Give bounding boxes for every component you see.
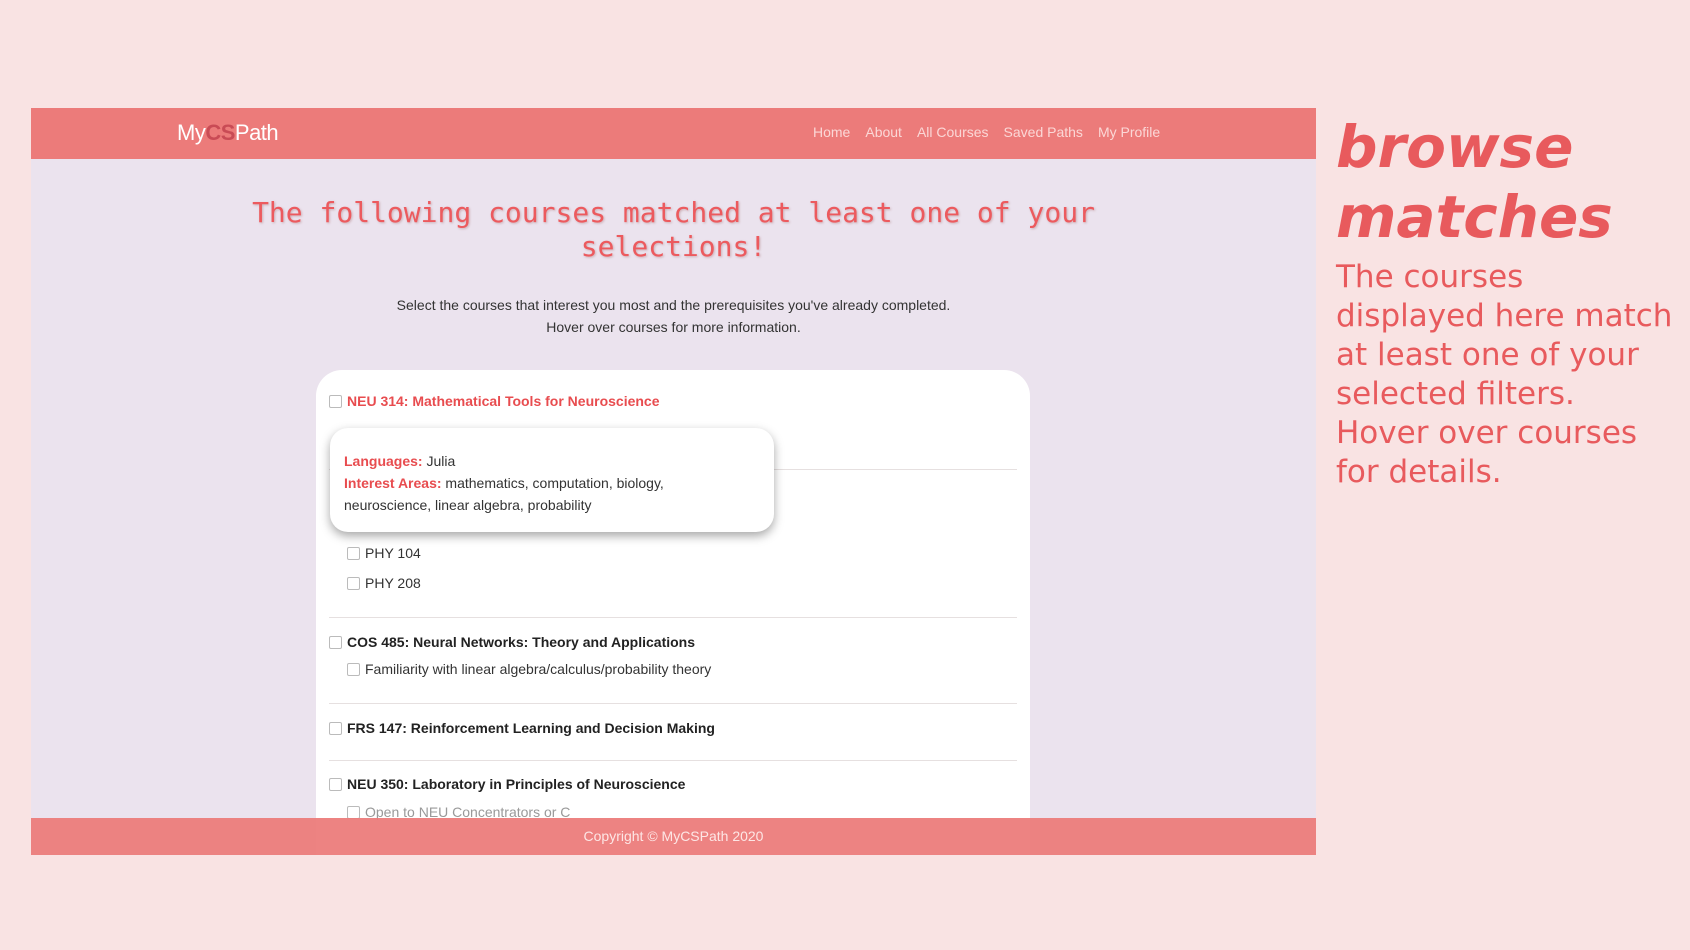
nav-my-profile[interactable]: My Profile	[1098, 124, 1160, 140]
nav-saved-paths[interactable]: Saved Paths	[1004, 124, 1083, 140]
nav-about[interactable]: About	[865, 124, 902, 140]
tooltip-languages: Languages: Julia	[344, 450, 760, 472]
footer-copyright: Copyright © MyCSPath 2020	[583, 828, 764, 844]
tooltip-interest-areas: Interest Areas: mathematics, computation…	[344, 472, 760, 494]
divider	[329, 703, 1017, 704]
instructions-line-2: Hover over courses for more information.	[546, 319, 801, 335]
course-title: NEU 314: Mathematical Tools for Neurosci…	[347, 393, 660, 409]
tooltip-interest-value: mathematics, computation, biology,	[445, 475, 664, 491]
side-title-line-2: matches	[1336, 183, 1613, 251]
course-neu-350[interactable]: NEU 350: Laboratory in Principles of Neu…	[329, 776, 685, 792]
divider	[329, 760, 1017, 761]
course-title: NEU 350: Laboratory in Principles of Neu…	[347, 776, 686, 792]
prereq-label: PHY 208	[365, 575, 421, 591]
browser-window: MyCSPath Home About All Courses Saved Pa…	[31, 108, 1316, 855]
prereq-phy-104[interactable]: PHY 104	[347, 545, 421, 561]
page-title-line-1: The following courses matched at least o…	[252, 196, 1095, 229]
prereq-checkbox[interactable]	[347, 576, 360, 590]
tooltip-languages-label: Languages:	[344, 453, 423, 469]
course-checkbox[interactable]	[329, 635, 342, 649]
logo-prefix: My	[177, 120, 206, 145]
nav-links: Home About All Courses Saved Paths My Pr…	[813, 124, 1160, 140]
tooltip-interest-value-2: neuroscience, linear algebra, probabilit…	[344, 497, 592, 513]
instructions: Select the courses that interest you mos…	[31, 294, 1316, 338]
nav-home[interactable]: Home	[813, 124, 850, 140]
prereq-familiarity[interactable]: Familiarity with linear algebra/calculus…	[347, 661, 711, 677]
side-title: browse matches	[1336, 112, 1676, 252]
prereq-checkbox[interactable]	[347, 662, 360, 676]
prereq-checkbox[interactable]	[347, 546, 360, 560]
nav-all-courses[interactable]: All Courses	[917, 124, 989, 140]
course-frs-147[interactable]: FRS 147: Reinforcement Learning and Deci…	[329, 720, 715, 736]
side-description: The courses displayed here match at leas…	[1336, 259, 1673, 490]
tooltip-languages-value: Julia	[426, 453, 456, 469]
course-tooltip: Languages: Julia Interest Areas: mathema…	[330, 428, 774, 532]
course-neu-314[interactable]: NEU 314: Mathematical Tools for Neurosci…	[329, 393, 660, 409]
page-title: The following courses matched at least o…	[31, 196, 1316, 264]
logo[interactable]: MyCSPath	[177, 120, 279, 146]
navbar: MyCSPath Home About All Courses Saved Pa…	[31, 108, 1316, 159]
course-checkbox[interactable]	[329, 721, 342, 735]
logo-cs: CS	[205, 120, 235, 145]
page-title-line-2: selections!	[580, 230, 767, 263]
course-cos-485[interactable]: COS 485: Neural Networks: Theory and App…	[329, 634, 695, 650]
side-title-line-1: browse	[1336, 113, 1574, 181]
prereq-phy-208[interactable]: PHY 208	[347, 575, 421, 591]
prereq-label: PHY 104	[365, 545, 421, 561]
divider	[329, 617, 1017, 618]
course-title: FRS 147: Reinforcement Learning and Deci…	[347, 720, 715, 736]
course-title: COS 485: Neural Networks: Theory and App…	[347, 634, 696, 650]
tooltip-interest-label: Interest Areas:	[344, 475, 442, 491]
prereq-checkbox[interactable]	[347, 805, 360, 819]
instructions-line-1: Select the courses that interest you mos…	[396, 297, 951, 313]
course-checkbox[interactable]	[329, 777, 342, 791]
prereq-label: Familiarity with linear algebra/calculus…	[365, 661, 712, 677]
course-checkbox[interactable]	[329, 394, 342, 408]
footer: Copyright © MyCSPath 2020	[31, 818, 1316, 855]
logo-suffix: Path	[234, 120, 279, 145]
